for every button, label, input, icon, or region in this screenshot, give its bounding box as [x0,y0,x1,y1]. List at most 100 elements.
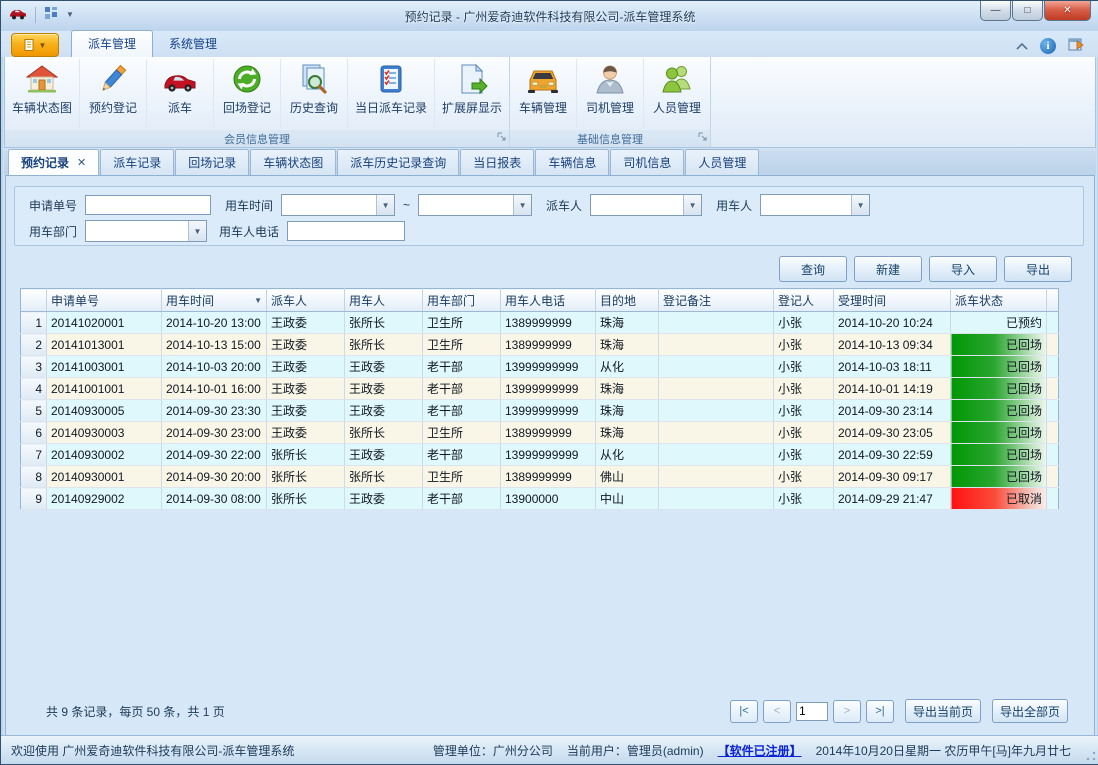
cell-accept-time[interactable]: 2014-09-29 21:47 [834,488,951,510]
status-badge[interactable]: 已回场 [951,378,1047,400]
status-badge[interactable]: 已取消 [951,488,1047,510]
cell-dept[interactable]: 卫生所 [423,334,501,356]
minimize-button[interactable]: — [980,1,1011,21]
cell-remark[interactable] [659,378,774,400]
col-dispatcher[interactable]: 派车人 [267,289,345,312]
dispatcher-combo[interactable]: ▼ [590,194,702,216]
cell-order-no[interactable]: 20140930001 [47,466,162,488]
dispatch-button[interactable]: 派车 [146,59,213,128]
cell-car-user[interactable]: 王政委 [345,488,423,510]
close-tab-icon[interactable]: ✕ [77,156,86,169]
cell-order-no[interactable]: 20141001001 [47,378,162,400]
col-accept-time[interactable]: 受理时间 [834,289,951,312]
table-row[interactable]: ▶6 20140930003 2014-09-30 23:00 王政委 张所长 … [21,422,1059,444]
chevron-down-icon[interactable]: ▼ [188,221,206,241]
return-register-button[interactable]: 回场登记 [213,59,280,128]
prev-page-button[interactable]: < [763,700,791,723]
about-window-icon[interactable] [1068,37,1085,55]
cell-accept-time[interactable]: 2014-10-13 09:34 [834,334,951,356]
cell-accept-time[interactable]: 2014-10-03 18:11 [834,356,951,378]
cell-accept-time[interactable]: 2014-10-01 14:19 [834,378,951,400]
new-button[interactable]: 新建 [854,256,922,282]
col-car-user[interactable]: 用车人 [345,289,423,312]
cell-car-user[interactable]: 张所长 [345,422,423,444]
cell-accept-time[interactable]: 2014-09-30 22:59 [834,444,951,466]
col-use-time[interactable]: ▼用车时间 [162,289,267,312]
col-status[interactable]: 派车状态 [951,289,1047,312]
cell-order-no[interactable]: 20141003001 [47,356,162,378]
cell-dispatcher[interactable]: 张所长 [267,444,345,466]
cell-registrar[interactable]: 小张 [774,466,834,488]
cell-order-no[interactable]: 20140930002 [47,444,162,466]
row-header-cell[interactable]: ▶6 [21,422,47,444]
row-header-cell[interactable]: ▶4 [21,378,47,400]
maximize-button[interactable]: □ [1012,1,1043,21]
cell-use-time[interactable]: 2014-10-20 13:00 [162,312,267,334]
tab-daily-report[interactable]: 当日报表 [460,149,534,175]
cell-dispatcher[interactable]: 张所长 [267,466,345,488]
query-button[interactable]: 查询 [779,256,847,282]
tab-personnel-manage[interactable]: 人员管理 [685,149,759,175]
ribbon-tab-dispatch[interactable]: 派车管理 [71,30,153,57]
cell-car-user[interactable]: 张所长 [345,466,423,488]
cell-registrar[interactable]: 小张 [774,444,834,466]
table-row[interactable]: ▶3 20141003001 2014-10-03 20:00 王政委 王政委 … [21,356,1059,378]
page-number-input[interactable] [796,702,828,721]
ribbon-tab-system[interactable]: 系统管理 [153,31,233,57]
resize-grip[interactable] [1086,751,1096,761]
col-phone[interactable]: 用车人电话 [501,289,596,312]
table-row[interactable]: ▶1 20141020001 2014-10-20 13:00 王政委 张所长 … [21,312,1059,334]
cell-car-user[interactable]: 王政委 [345,356,423,378]
chevron-down-icon[interactable]: ▼ [851,195,869,215]
cell-car-user[interactable]: 王政委 [345,444,423,466]
cell-destination[interactable]: 中山 [596,488,659,510]
row-header-cell[interactable]: ▶9 [21,488,47,510]
status-badge[interactable]: 已回场 [951,466,1047,488]
cell-order-no[interactable]: 20140930005 [47,400,162,422]
status-badge[interactable]: 已回场 [951,356,1047,378]
cell-phone[interactable]: 1389999999 [501,334,596,356]
cell-accept-time[interactable]: 2014-10-20 10:24 [834,312,951,334]
cell-dispatcher[interactable]: 王政委 [267,378,345,400]
table-row[interactable]: ▶2 20141013001 2014-10-13 15:00 王政委 张所长 … [21,334,1059,356]
cell-dispatcher[interactable]: 张所长 [267,488,345,510]
cell-destination[interactable]: 珠海 [596,400,659,422]
row-header-cell[interactable]: ▶3 [21,356,47,378]
cell-remark[interactable] [659,356,774,378]
tab-return-records[interactable]: 回场记录 [175,149,249,175]
export-current-page-button[interactable]: 导出当前页 [905,699,981,723]
cell-phone[interactable]: 13999999999 [501,444,596,466]
use-time-to-combo[interactable]: ▼ [418,194,532,216]
tab-dispatch-records[interactable]: 派车记录 [100,149,174,175]
cell-accept-time[interactable]: 2014-09-30 23:14 [834,400,951,422]
cell-accept-time[interactable]: 2014-09-30 23:05 [834,422,951,444]
cell-order-no[interactable]: 20141020001 [47,312,162,334]
tab-dispatch-history-query[interactable]: 派车历史记录查询 [337,149,459,175]
cell-remark[interactable] [659,466,774,488]
cell-registrar[interactable]: 小张 [774,312,834,334]
cell-phone[interactable]: 13999999999 [501,400,596,422]
cell-dispatcher[interactable]: 王政委 [267,334,345,356]
dialog-launcher-icon[interactable] [497,132,506,144]
cell-remark[interactable] [659,334,774,356]
cell-dept[interactable]: 老干部 [423,378,501,400]
status-badge[interactable]: 已回场 [951,400,1047,422]
table-row[interactable]: ▶9 20140929002 2014-09-30 08:00 张所长 王政委 … [21,488,1059,510]
row-header-cell[interactable]: ▶5 [21,400,47,422]
cell-use-time[interactable]: 2014-09-30 08:00 [162,488,267,510]
cell-destination[interactable]: 珠海 [596,378,659,400]
cell-accept-time[interactable]: 2014-09-30 09:17 [834,466,951,488]
cell-destination[interactable]: 从化 [596,444,659,466]
col-remark[interactable]: 登记备注 [659,289,774,312]
cell-order-no[interactable]: 20141013001 [47,334,162,356]
cell-dept[interactable]: 老干部 [423,444,501,466]
row-header-cell[interactable]: ▶1 [21,312,47,334]
first-page-button[interactable]: |< [730,700,758,723]
close-button[interactable]: ✕ [1044,1,1091,21]
cell-destination[interactable]: 珠海 [596,312,659,334]
cell-dept[interactable]: 卫生所 [423,422,501,444]
cell-order-no[interactable]: 20140930003 [47,422,162,444]
status-badge[interactable]: 已回场 [951,334,1047,356]
sort-desc-icon[interactable]: ▼ [254,296,262,305]
col-order-no[interactable]: 申请单号 [47,289,162,312]
